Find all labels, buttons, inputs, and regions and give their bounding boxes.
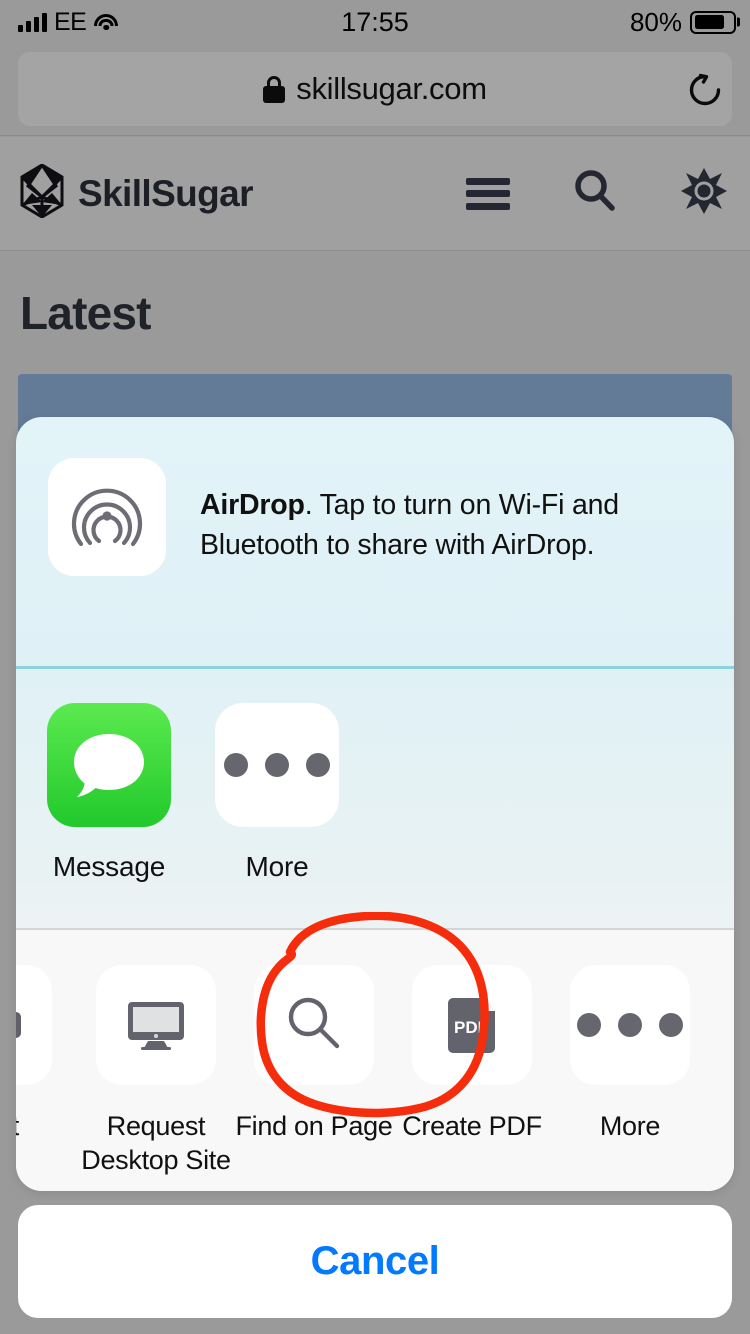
page-title: Latest <box>20 287 151 339</box>
share-app-more[interactable]: More <box>214 703 340 883</box>
magnifier-icon <box>254 965 374 1085</box>
desktop-monitor-icon <box>96 965 216 1085</box>
printer-icon <box>16 965 52 1085</box>
battery-percentage: 80% <box>629 6 682 37</box>
more-dots-icon <box>570 965 690 1085</box>
share-app-label: More <box>245 851 309 882</box>
share-app-message[interactable]: Message <box>46 703 172 883</box>
svg-text:PDF: PDF <box>454 1018 488 1037</box>
sun-brightness-icon[interactable] <box>680 167 728 220</box>
status-bar: EE 17:55 80% <box>0 0 750 44</box>
airdrop-section[interactable]: AirDrop. Tap to turn on Wi-Fi and Blueto… <box>16 417 734 665</box>
address-bar[interactable]: skillsugar.com <box>18 52 732 126</box>
share-action-label: Print <box>16 1109 72 1143</box>
site-header: SkillSugar <box>0 137 750 251</box>
airdrop-icon <box>48 458 166 576</box>
share-apps-row: Message More <box>16 669 734 924</box>
browser-toolbar: skillsugar.com <box>0 44 750 136</box>
site-header-icons <box>466 167 728 220</box>
share-action-label: Create PDF <box>402 1111 542 1141</box>
hamburger-menu-icon[interactable] <box>466 177 510 210</box>
share-action-find-on-page[interactable]: Find on Page <box>234 965 394 1143</box>
lock-icon <box>263 75 286 103</box>
share-app-label: Message <box>52 851 166 882</box>
cancel-button[interactable]: Cancel <box>18 1205 732 1318</box>
site-brand[interactable]: SkillSugar <box>18 162 254 223</box>
share-action-create-pdf[interactable]: PDF Create PDF <box>392 965 552 1143</box>
pdf-document-icon: PDF <box>412 965 532 1085</box>
airdrop-title: AirDrop <box>200 489 305 521</box>
url-text: skillsugar.com <box>296 71 487 106</box>
share-action-more[interactable]: More <box>550 965 710 1143</box>
share-action-request-desktop-site[interactable]: Request Desktop Site <box>76 965 236 1177</box>
site-brand-label: SkillSugar <box>78 172 254 214</box>
status-bar-right: 80% <box>630 7 736 38</box>
airdrop-description: AirDrop. Tap to turn on Wi-Fi and Blueto… <box>200 485 700 565</box>
share-action-print[interactable]: Print <box>16 965 72 1143</box>
search-icon[interactable] <box>572 168 618 219</box>
share-sheet: AirDrop. Tap to turn on Wi-Fi and Blueto… <box>16 417 734 1191</box>
share-actions-row: Print Request Desktop Site <box>16 930 734 1191</box>
messages-app-icon <box>47 703 171 827</box>
more-dots-icon <box>215 703 339 827</box>
reload-icon[interactable] <box>686 71 724 109</box>
icosahedron-logo-icon <box>18 162 66 223</box>
battery-icon <box>690 10 736 34</box>
share-action-label: Find on Page <box>235 1111 393 1141</box>
share-action-label: Request Desktop Site <box>81 1111 231 1175</box>
share-action-label: More <box>599 1111 661 1141</box>
